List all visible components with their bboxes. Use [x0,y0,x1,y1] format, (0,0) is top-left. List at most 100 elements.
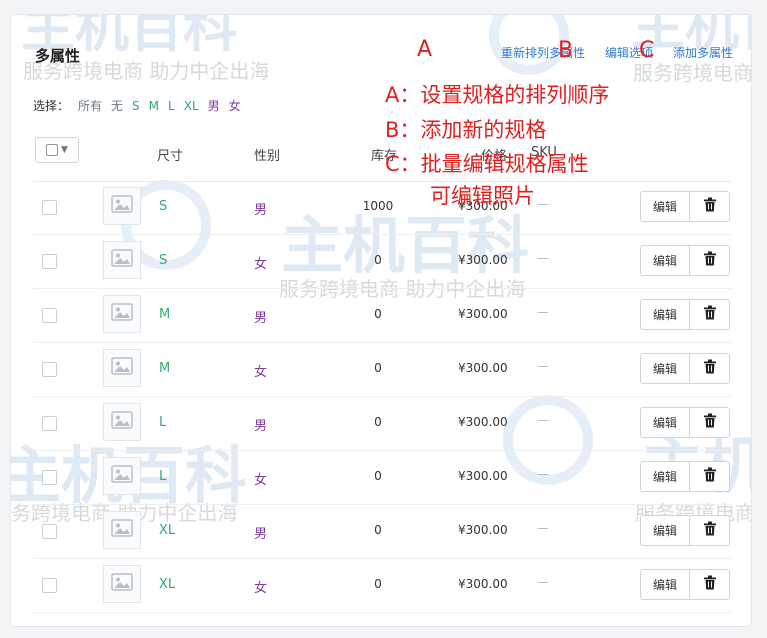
delete-button[interactable] [689,191,730,222]
table-row: L 女 0 ¥300.00 — 编辑 [33,451,731,505]
cell-stock: 0 [374,523,382,537]
filter-gender-male[interactable]: 男 [208,97,220,114]
trash-icon [703,521,717,540]
cell-gender: 男 [254,419,268,434]
cell-size: S [159,253,168,268]
cell-stock: 0 [374,415,382,429]
delete-button[interactable] [689,245,730,276]
filter-none[interactable]: 无 [111,97,123,114]
cell-sku: — [537,359,549,373]
image-placeholder-icon [111,519,133,541]
multi-attribute-panel: 主机百科 服务跨境电商 助力中企出海 主机百科 服务跨境电商 助力中企出海 主机… [10,14,752,627]
edit-button[interactable]: 编辑 [640,515,690,546]
trash-icon [703,197,717,216]
variant-image[interactable] [103,403,141,441]
table-row: L 男 0 ¥300.00 — 编辑 [33,397,731,451]
select-all-dropdown[interactable]: ▼ [35,137,79,163]
row-checkbox[interactable] [42,524,57,539]
cell-price: ¥300.00 [458,253,508,267]
filter-size-l[interactable]: L [168,99,175,113]
cell-size: S [159,199,168,214]
delete-button[interactable] [689,461,730,492]
cell-price: ¥300.00 [458,361,508,375]
annotation-letter-b: B [558,38,574,63]
cell-stock: 0 [374,361,382,375]
delete-button[interactable] [689,407,730,438]
image-placeholder-icon [111,465,133,487]
variant-image[interactable] [103,457,141,495]
cell-sku: — [537,467,549,481]
filter-size-s[interactable]: S [132,99,140,113]
variant-image[interactable] [103,511,141,549]
cell-gender: 女 [254,473,268,488]
row-checkbox[interactable] [42,200,57,215]
cell-price: ¥300.00 [458,523,508,537]
delete-button[interactable] [689,353,730,384]
variant-image[interactable] [103,241,141,279]
row-checkbox[interactable] [42,578,57,593]
add-attribute-link[interactable]: 添加多属性 [673,44,733,61]
table-row: M 女 0 ¥300.00 — 编辑 [33,343,731,397]
row-checkbox[interactable] [42,470,57,485]
cell-gender: 女 [254,581,268,596]
delete-button[interactable] [689,515,730,546]
edit-button[interactable]: 编辑 [640,245,690,276]
trash-icon [703,359,717,378]
cell-price: ¥300.00 [458,577,508,591]
cell-sku: — [537,305,549,319]
delete-button[interactable] [689,299,730,330]
row-checkbox[interactable] [42,416,57,431]
variant-image[interactable] [103,565,141,603]
image-placeholder-icon [111,303,133,325]
table-row: XL 女 0 ¥300.00 — 编辑 [33,559,731,613]
edit-button[interactable]: 编辑 [640,299,690,330]
variant-table-body: S 男 1000 ¥300.00 — 编辑 S 女 0 ¥300.00 — 编辑 M 男 0 ¥300.00 —… [33,181,731,613]
cell-sku: — [537,521,549,535]
filter-size-m[interactable]: M [149,99,159,113]
row-checkbox[interactable] [42,308,57,323]
annotation-letter-c: C [639,38,655,63]
cell-size: L [159,469,167,484]
caret-down-icon: ▼ [61,144,68,155]
filter-label: 选择： [33,99,70,113]
trash-icon [703,575,717,594]
variant-image[interactable] [103,187,141,225]
header-gender: 性别 [254,149,281,164]
edit-button[interactable]: 编辑 [640,461,690,492]
image-placeholder-icon [111,573,133,595]
panel-actions: 重新排列多属性 编辑选项 添加多属性 [501,44,733,61]
row-checkbox[interactable] [42,254,57,269]
cell-price: ¥300.00 [458,415,508,429]
select-all-checkbox[interactable] [46,144,59,156]
table-row: S 女 0 ¥300.00 — 编辑 [33,235,731,289]
cell-sku: — [537,251,549,265]
trash-icon [703,305,717,324]
cell-size: M [159,361,171,376]
cell-stock: 1000 [362,199,394,213]
trash-icon [703,467,717,486]
image-placeholder-icon [111,249,133,271]
cell-stock: 0 [374,469,382,483]
table-row: S 男 1000 ¥300.00— 编辑 [33,181,731,235]
cell-price: ¥300.00 [458,307,508,321]
cell-sku: — [537,197,549,211]
variant-image[interactable] [103,295,141,333]
edit-button[interactable]: 编辑 [640,191,690,222]
filter-all[interactable]: 所有 [78,97,102,114]
header-size: 尺寸 [157,149,184,164]
cell-stock: 0 [374,307,382,321]
edit-button[interactable]: 编辑 [640,353,690,384]
image-placeholder-icon [111,195,133,217]
edit-button[interactable]: 编辑 [640,407,690,438]
row-checkbox[interactable] [42,362,57,377]
annotation-letter-a: A [417,37,433,62]
edit-button[interactable]: 编辑 [640,569,690,600]
cell-gender: 男 [254,203,268,218]
filter-size-xl[interactable]: XL [184,99,199,113]
variant-image[interactable] [103,349,141,387]
delete-button[interactable] [689,569,730,600]
trash-icon [703,413,717,432]
selection-filter: 选择： 所有 无 S M L XL 男 女 [33,97,241,114]
filter-gender-female[interactable]: 女 [229,97,241,114]
image-placeholder-icon [111,411,133,433]
